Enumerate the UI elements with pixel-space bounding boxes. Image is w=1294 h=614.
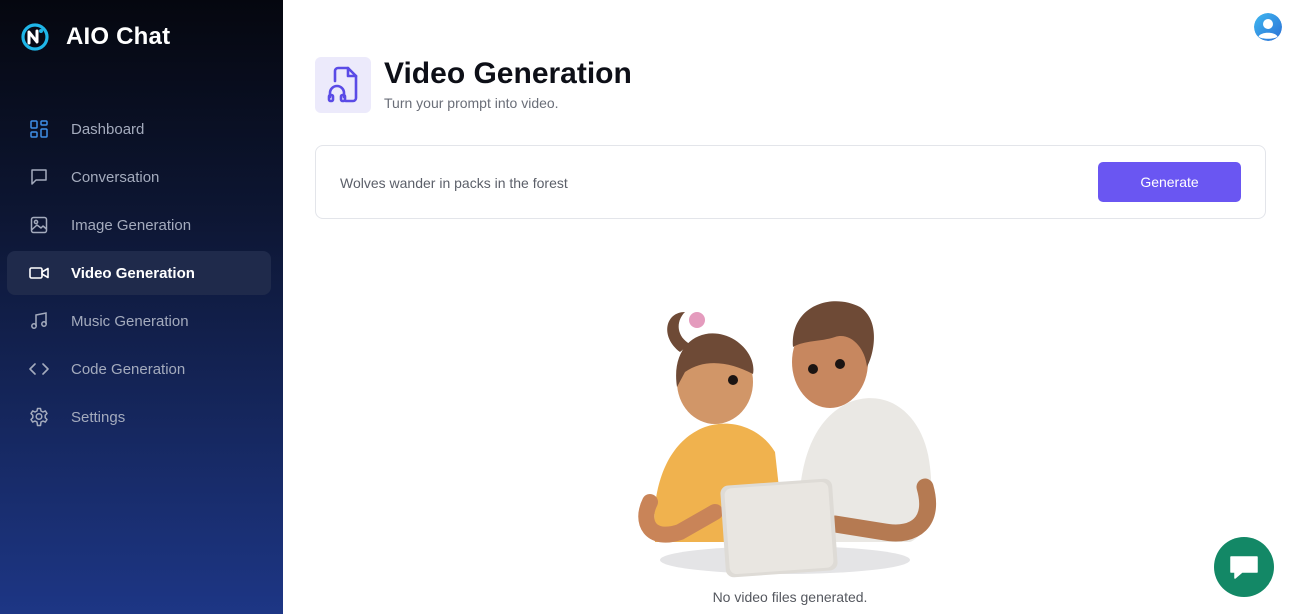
- sidebar-item-label: Settings: [71, 408, 126, 426]
- sidebar: AIO Chat Dashboard Conversation Image Ge…: [0, 0, 283, 614]
- sidebar-item-label: Dashboard: [71, 120, 145, 138]
- chat-bubble-icon: [1230, 556, 1258, 579]
- music-note-icon: [29, 311, 49, 331]
- sidebar-item-code-generation[interactable]: Code Generation: [7, 347, 271, 391]
- sidebar-item-label: Image Generation: [71, 216, 192, 234]
- user-avatar[interactable]: [1254, 13, 1282, 41]
- sidebar-nav: Dashboard Conversation Image Generation: [7, 107, 271, 443]
- chat-support-button[interactable]: [1214, 537, 1274, 597]
- sidebar-item-conversation[interactable]: Conversation: [7, 155, 271, 199]
- page-header-icon-box: [315, 57, 371, 113]
- brand[interactable]: AIO Chat: [20, 22, 170, 52]
- app-name: AIO Chat: [66, 23, 171, 50]
- video-file-icon: [327, 66, 358, 103]
- empty-state-message: No video files generated.: [712, 589, 868, 605]
- sidebar-item-label: Video Generation: [71, 264, 195, 282]
- prompt-input[interactable]: [340, 170, 1080, 196]
- sidebar-item-video-generation[interactable]: Video Generation: [7, 251, 271, 295]
- page-subtitle: Turn your prompt into video.: [384, 95, 559, 111]
- sidebar-item-dashboard[interactable]: Dashboard: [7, 107, 271, 151]
- code-brackets-icon: [29, 359, 49, 379]
- sidebar-item-label: Conversation: [71, 168, 160, 186]
- chat-bubble-icon: [29, 167, 49, 187]
- prompt-card: Generate: [315, 145, 1266, 219]
- sidebar-item-label: Code Generation: [71, 360, 186, 378]
- video-camera-icon: [29, 263, 49, 283]
- sidebar-item-settings[interactable]: Settings: [7, 395, 271, 439]
- app-logo-icon: [21, 23, 49, 51]
- page-title: Video Generation: [384, 57, 632, 90]
- image-icon: [29, 215, 49, 235]
- dashboard-icon: [29, 119, 49, 139]
- gear-icon: [29, 407, 49, 427]
- user-icon: [1254, 13, 1282, 41]
- sidebar-item-image-generation[interactable]: Image Generation: [7, 203, 271, 247]
- generate-button[interactable]: Generate: [1098, 162, 1241, 202]
- empty-state-illustration: [638, 301, 937, 578]
- sidebar-item-label: Music Generation: [71, 312, 189, 330]
- sidebar-item-music-generation[interactable]: Music Generation: [7, 299, 271, 343]
